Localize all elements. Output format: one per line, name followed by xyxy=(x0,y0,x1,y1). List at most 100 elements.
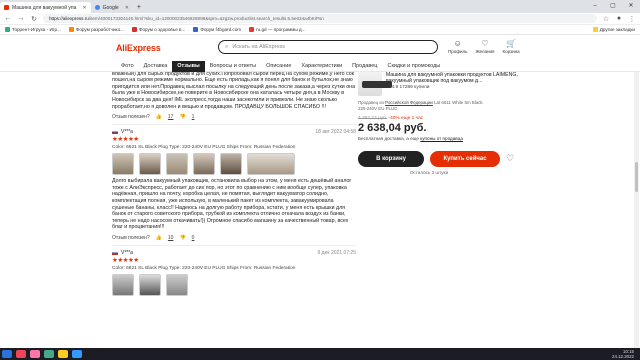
bookmark-icon xyxy=(193,27,199,32)
nav-reviews[interactable]: Отзывы xyxy=(172,60,205,72)
rating-stars-icon: ★★★★★ xyxy=(112,136,139,144)
bookmark-label: Форум о здоровье в... xyxy=(138,27,186,32)
nav-specs[interactable]: Характеристики xyxy=(296,61,347,72)
divider xyxy=(112,244,356,246)
aliexpress-logo[interactable]: AliExpress xyxy=(116,43,161,53)
app-icon[interactable] xyxy=(16,350,26,358)
seller-tag: 5m Black xyxy=(464,100,483,105)
nav-coupons[interactable]: Скидки и промокоды xyxy=(382,61,445,72)
profile-icon[interactable]: ● xyxy=(615,15,623,22)
thumbs-down-icon[interactable]: 👎 xyxy=(179,235,185,241)
seller-variant: Lat 6611 White xyxy=(434,100,464,105)
cart-button[interactable]: 🛒 Корзина xyxy=(502,39,519,54)
tab-google[interactable]: Google ✕ xyxy=(91,2,133,13)
reload-icon[interactable]: ↻ xyxy=(30,15,38,23)
nav-questions[interactable]: Вопросы и ответы xyxy=(205,61,261,72)
nav-photo[interactable]: Фото xyxy=(116,61,139,72)
minimize-icon[interactable]: – xyxy=(586,0,604,13)
profile-button[interactable]: ☺ Профиль xyxy=(448,39,467,54)
review-photo[interactable] xyxy=(166,273,188,296)
close-window-icon[interactable]: ✕ xyxy=(622,0,640,13)
close-tab-icon[interactable]: ✕ xyxy=(82,5,86,11)
review-photo[interactable] xyxy=(247,153,295,176)
review-photo[interactable] xyxy=(139,273,161,296)
review-photo[interactable] xyxy=(139,153,161,176)
scrollbar-thumb[interactable] xyxy=(635,162,638,192)
close-tab-icon[interactable]: ✕ xyxy=(125,5,129,11)
bookmarks-bar: Торрент-Игруха - Игр... Форум разработчи… xyxy=(0,25,640,35)
bookmark-icon xyxy=(5,27,10,32)
coupons-link[interactable]: купоны от продавца xyxy=(420,136,463,141)
product-thumbnail[interactable] xyxy=(358,72,392,96)
nav-delivery[interactable]: Доставка xyxy=(139,61,173,72)
tab-title: Машина для вакуумной упа xyxy=(12,4,77,11)
page-scrollbar[interactable] xyxy=(634,72,639,348)
system-clock[interactable]: 10:15 24.12.2022 xyxy=(612,349,640,359)
add-to-cart-button[interactable]: В корзину xyxy=(358,150,424,167)
aliexpress-favicon-icon xyxy=(4,5,9,10)
new-tab-icon[interactable]: + xyxy=(133,2,145,13)
delivery-info: Бесплатная доставка, а еще купоны от про… xyxy=(358,136,530,141)
search-input[interactable]: ⌕ Искать на AliExpress xyxy=(218,40,438,54)
header-icons: ☺ Профиль ♡ Желания 🛒 Корзина xyxy=(448,39,520,54)
forward-icon[interactable]: → xyxy=(17,15,25,22)
review-sku-meta: Color: 6621 SL Black Plug Type: 220-240V… xyxy=(112,145,296,151)
header-icon-label: Профиль xyxy=(448,49,468,54)
review-photo[interactable] xyxy=(112,273,134,296)
russia-flag-icon xyxy=(112,130,118,135)
app-icon[interactable] xyxy=(44,350,54,358)
bookmark-item[interactable]: Форум f4bgard.com xyxy=(193,27,241,32)
buy-now-button[interactable]: Купить сейчас xyxy=(430,150,500,167)
nav-description[interactable]: Описание xyxy=(261,61,296,72)
russia-flag-icon xyxy=(112,250,118,255)
other-bookmarks[interactable]: Другие закладки xyxy=(592,27,635,32)
maximize-icon[interactable]: ▢ xyxy=(604,0,622,13)
user-icon: ☺ xyxy=(453,39,462,48)
wishlist-button[interactable]: ♡ Желания xyxy=(475,39,494,54)
site-header: AliExpress ⌕ Искать на AliExpress ☺ Профи… xyxy=(0,35,640,61)
seller-country-link[interactable]: Российской Федерации xyxy=(385,100,433,105)
review-item: V***a 9 дек 2021 07:25 ★★★★★ Color: 6621… xyxy=(112,250,356,296)
browser-tab-bar: Машина для вакуумной упа ✕ Google ✕ + – … xyxy=(0,0,640,13)
os-taskbar: 10:15 24.12.2022 xyxy=(0,348,640,360)
review-photo[interactable] xyxy=(112,153,134,176)
bookmark-item[interactable]: Форум о здоровье в... xyxy=(131,27,186,32)
review-helpful: Отзыв полезен? 👍 10 👎 0 xyxy=(112,235,356,241)
bookmark-item[interactable]: Торрент-Игруха - Игр... xyxy=(5,27,61,32)
product-title[interactable]: Машина для вакуумной упаковки продуктов … xyxy=(386,72,530,84)
discount-badge: -40% еще 1 час xyxy=(388,115,424,121)
url-field[interactable]: https://aliexpress.ru /item/400017330414… xyxy=(43,14,597,23)
bookmark-icon xyxy=(68,27,74,32)
app-icon[interactable] xyxy=(30,350,40,358)
review-photo[interactable] xyxy=(220,153,242,176)
sold-count: 17289 купили xyxy=(399,85,430,91)
review-sku-meta: Color: 6621 SL Black Plug Type: 220-240V… xyxy=(112,265,296,271)
product-summary-panel: Машина для вакуумной упаковки продуктов … xyxy=(358,72,530,222)
search-icon: ⌕ xyxy=(225,43,229,50)
product-nav: Фото Доставка Отзывы Вопросы и ответы Оп… xyxy=(0,60,640,72)
seller-prefix: Продавец из xyxy=(358,100,384,105)
product-rating: ★ 4.9 17289 купили xyxy=(386,85,530,90)
thumbs-down-icon[interactable]: 👎 xyxy=(179,114,185,120)
app-icon[interactable] xyxy=(72,350,82,358)
heart-icon: ♡ xyxy=(481,39,489,48)
rating-value: 4.9 xyxy=(391,85,399,91)
back-icon[interactable]: ← xyxy=(4,15,12,22)
bookmark-item[interactable]: Форум разработчико... xyxy=(68,27,124,32)
thumbs-up-icon[interactable]: 👍 xyxy=(156,235,162,241)
rating-stars-icon: ★★★★★ xyxy=(112,256,139,264)
product-card: Машина для вакуумной упаковки продуктов … xyxy=(358,72,530,96)
url-host: https://aliexpress.ru xyxy=(49,16,89,21)
nav-seller[interactable]: Продавец xyxy=(347,61,382,72)
action-buttons: В корзину Купить сейчас ♡ xyxy=(358,150,530,167)
heart-icon[interactable]: ♡ xyxy=(506,153,514,164)
review-photo[interactable] xyxy=(166,153,188,176)
review-photo[interactable] xyxy=(193,153,215,176)
tab-aliexpress[interactable]: Машина для вакуумной упа ✕ xyxy=(0,2,91,13)
app-icon[interactable] xyxy=(58,350,68,358)
menu-icon[interactable]: ⋮ xyxy=(628,15,636,23)
start-icon[interactable] xyxy=(2,350,12,358)
star-icon[interactable]: ☆ xyxy=(602,15,610,23)
thumbs-up-icon[interactable]: 👍 xyxy=(156,114,162,120)
bookmark-item[interactable]: ru.gd — программы д... xyxy=(249,27,306,32)
